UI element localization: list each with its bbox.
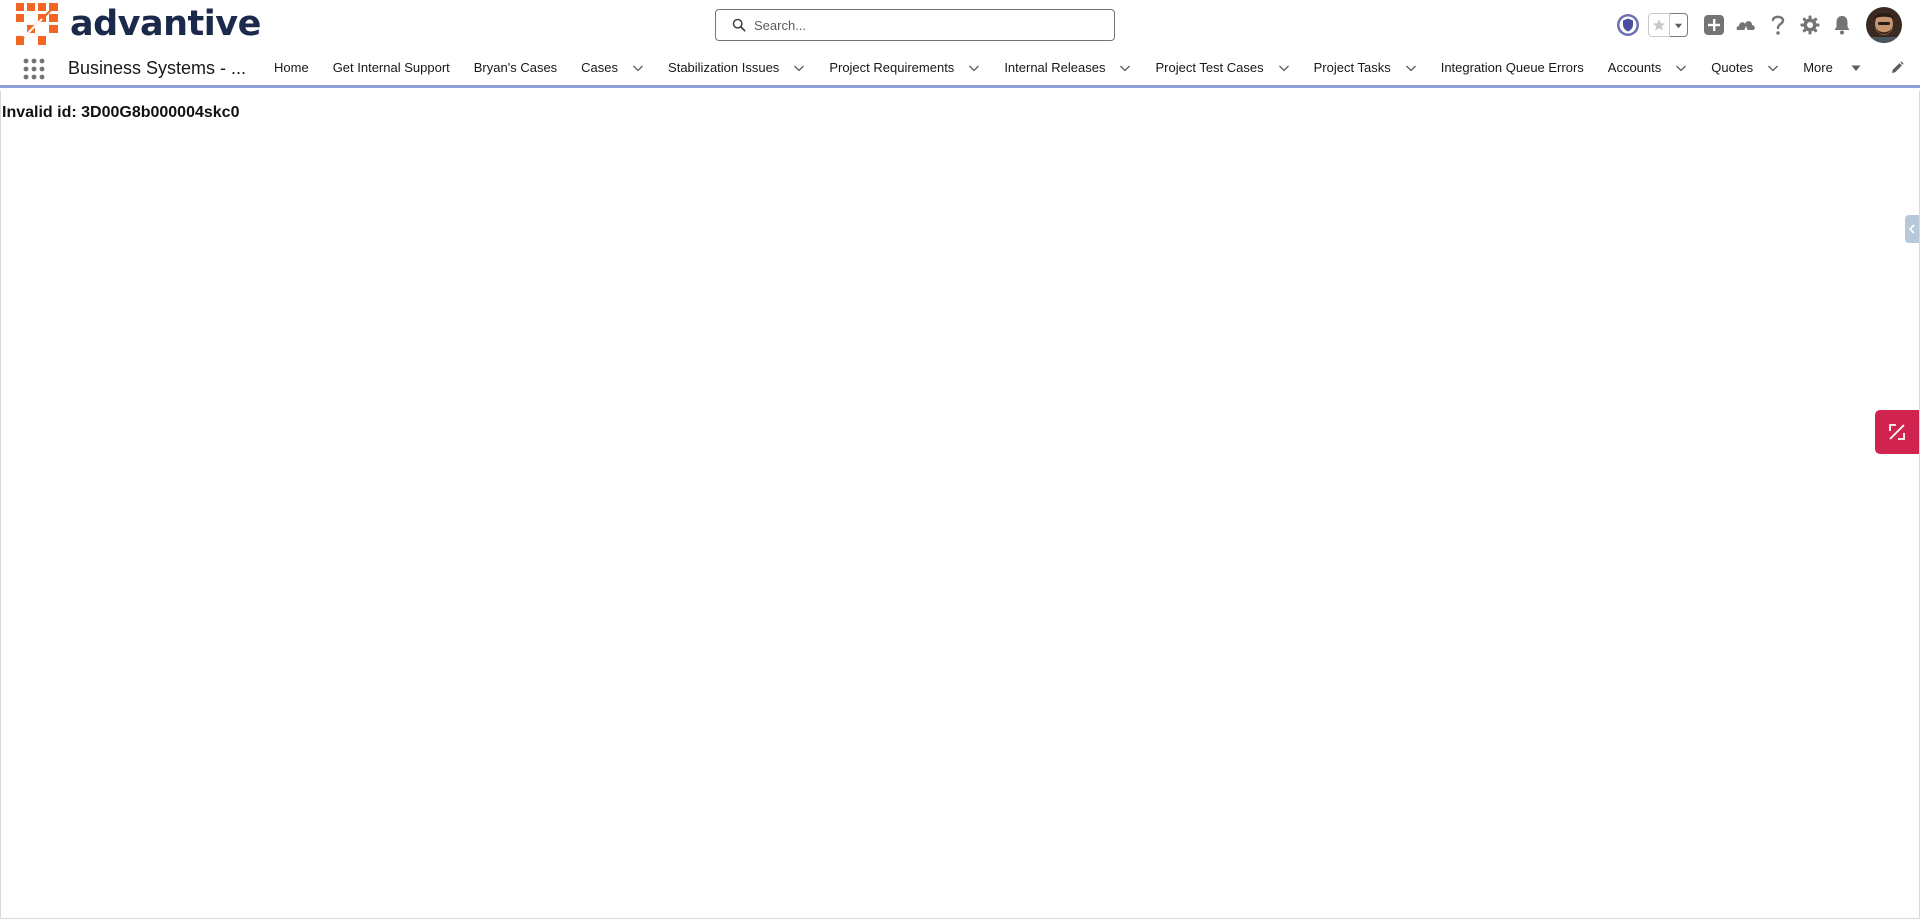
chevron-down-icon[interactable]	[1278, 62, 1290, 74]
expand-widget-button[interactable]	[1875, 410, 1919, 454]
chevron-left-icon	[1908, 224, 1915, 234]
favorite-star-button[interactable]	[1648, 13, 1670, 37]
search-icon	[732, 18, 746, 32]
pencil-icon[interactable]	[1890, 61, 1904, 75]
nav-item-get-internal-support[interactable]: Get Internal Support	[321, 50, 462, 85]
star-icon	[1652, 19, 1666, 31]
help-button[interactable]	[1762, 9, 1794, 41]
nav-item-bryans-cases[interactable]: Bryan's Cases	[462, 50, 569, 85]
side-panel-toggle[interactable]	[1905, 215, 1919, 243]
nav-item-label: Project Requirements	[829, 60, 955, 75]
nav-item-project-tasks[interactable]: Project Tasks	[1302, 50, 1429, 85]
nav-item-label: Accounts	[1607, 60, 1662, 75]
favorites-group	[1648, 13, 1688, 37]
nav-item-integration-queue-errors[interactable]: Integration Queue Errors	[1429, 50, 1596, 85]
caret-down-icon	[1851, 65, 1861, 71]
nav-items: Home Get Internal Support Bryan's Cases …	[262, 50, 1873, 85]
chevron-down-icon[interactable]	[1119, 62, 1131, 74]
nav-item-label: Cases	[581, 60, 619, 75]
app-launcher-icon[interactable]	[22, 57, 46, 81]
nav-item-label: Quotes	[1711, 60, 1754, 75]
global-actions-button[interactable]	[1698, 9, 1730, 41]
nav-item-label: Internal Releases	[1004, 60, 1106, 75]
nav-item-label: More	[1803, 60, 1833, 75]
advantive-logo[interactable]: advantive	[16, 3, 261, 45]
nav-item-label: Get Internal Support	[332, 60, 450, 75]
main-content: Invalid id: 3D00G8b000004skc0	[0, 91, 1920, 919]
help-icon	[1771, 15, 1785, 35]
nav-item-home[interactable]: Home	[262, 50, 321, 85]
shield-icon[interactable]	[1612, 9, 1644, 41]
nav-item-label: Integration Queue Errors	[1440, 60, 1584, 75]
advantive-logo-icon	[16, 3, 58, 45]
error-message: Invalid id: 3D00G8b000004skc0	[2, 104, 240, 121]
nav-item-quotes[interactable]: Quotes	[1699, 50, 1791, 85]
notifications-button[interactable]	[1826, 9, 1858, 41]
nav-item-project-test-cases[interactable]: Project Test Cases	[1143, 50, 1301, 85]
header-utility-icons	[1612, 7, 1902, 43]
nav-item-accounts[interactable]: Accounts	[1596, 50, 1699, 85]
gear-icon	[1800, 15, 1820, 35]
nav-item-label: Project Tasks	[1313, 60, 1391, 75]
nav-item-label: Project Test Cases	[1155, 60, 1264, 75]
chevron-down-icon[interactable]	[968, 62, 980, 74]
nav-item-label: Bryan's Cases	[473, 60, 558, 75]
setup-button[interactable]	[1794, 9, 1826, 41]
nav-item-cases[interactable]: Cases	[569, 50, 656, 85]
nav-item-project-requirements[interactable]: Project Requirements	[817, 50, 992, 85]
add-icon	[1704, 15, 1724, 35]
nav-item-internal-releases[interactable]: Internal Releases	[992, 50, 1143, 85]
chevron-down-icon[interactable]	[1675, 62, 1687, 74]
caret-down-icon	[1674, 23, 1683, 28]
trailhead-icon	[1736, 21, 1755, 31]
nav-item-label: Home	[274, 60, 309, 75]
bell-icon	[1834, 16, 1850, 35]
navigation-bar: Business Systems - ... Home Get Internal…	[0, 50, 1920, 88]
user-photo-icon	[1866, 7, 1902, 43]
nav-item-label: Stabilization Issues	[668, 60, 780, 75]
favorites-dropdown-button[interactable]	[1670, 13, 1688, 37]
user-avatar[interactable]	[1866, 7, 1902, 43]
chevron-down-icon[interactable]	[1767, 62, 1779, 74]
expand-icon	[1889, 424, 1905, 440]
global-search[interactable]	[715, 9, 1115, 41]
nav-item-stabilization-issues[interactable]: Stabilization Issues	[656, 50, 817, 85]
chevron-down-icon[interactable]	[793, 62, 805, 74]
global-header: advantive	[0, 0, 1920, 50]
trailhead-button[interactable]	[1730, 9, 1762, 41]
nav-item-more[interactable]: More	[1791, 50, 1873, 85]
chevron-down-icon[interactable]	[1405, 62, 1417, 74]
app-name: Business Systems - ...	[68, 58, 247, 78]
chevron-down-icon[interactable]	[632, 62, 644, 74]
brand-name: advantive	[70, 4, 261, 44]
search-input[interactable]	[754, 17, 1094, 33]
